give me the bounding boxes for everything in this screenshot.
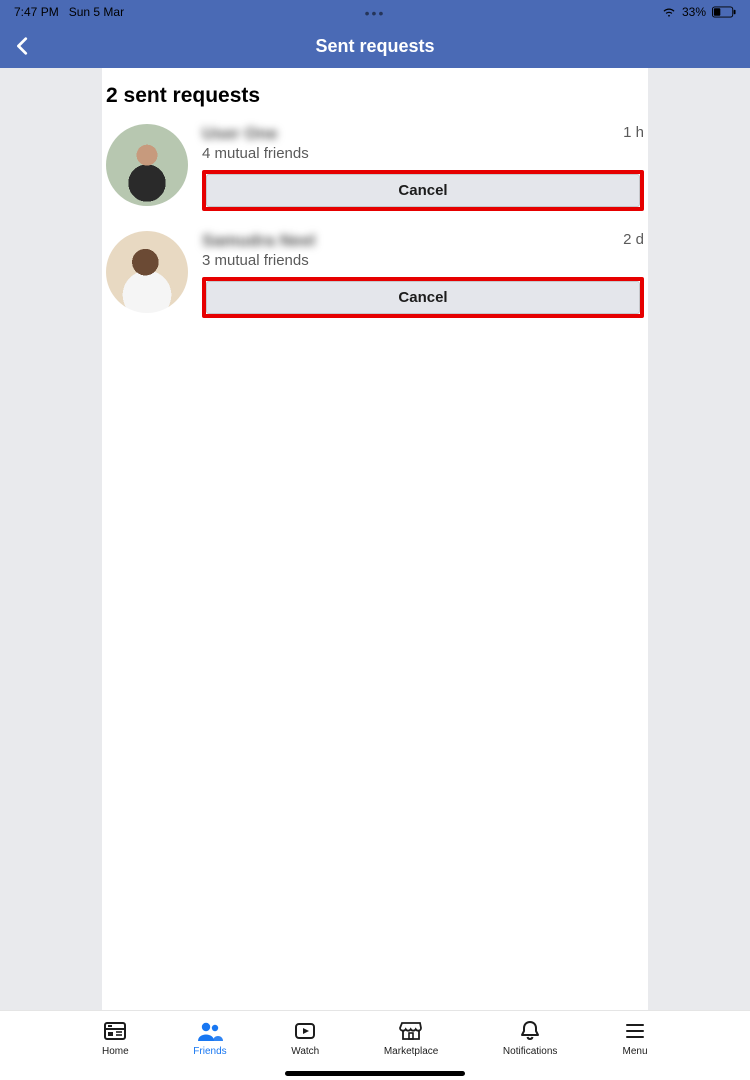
highlight-box: Cancel	[202, 170, 644, 211]
request-time: 1 h	[623, 124, 644, 141]
request-name[interactable]: Samudra Neel	[202, 231, 315, 251]
wifi-icon	[662, 5, 676, 19]
tab-friends[interactable]: Friends	[193, 1019, 226, 1057]
tab-label: Marketplace	[384, 1046, 438, 1057]
battery-icon	[712, 6, 736, 18]
battery-percentage: 33%	[682, 5, 706, 19]
friends-icon	[197, 1019, 223, 1043]
cancel-button[interactable]: Cancel	[206, 174, 640, 207]
tab-marketplace[interactable]: Marketplace	[384, 1019, 438, 1057]
request-name[interactable]: User One	[202, 124, 278, 144]
tab-notifications[interactable]: Notifications	[503, 1019, 557, 1057]
tab-home[interactable]: Home	[102, 1019, 129, 1057]
tab-label: Home	[102, 1046, 129, 1057]
status-bar: 7:47 PM Sun 5 Mar ••• 33%	[0, 0, 750, 24]
watch-icon	[292, 1019, 318, 1043]
menu-icon	[622, 1019, 648, 1043]
back-button[interactable]	[12, 35, 34, 57]
home-icon	[102, 1019, 128, 1043]
tab-label: Notifications	[503, 1046, 557, 1057]
header-bar: Sent requests	[0, 24, 750, 68]
section-title: 2 sent requests	[102, 76, 648, 118]
avatar[interactable]	[106, 231, 188, 313]
request-row: Samudra Neel 2 d 3 mutual friends Cancel	[102, 225, 648, 332]
cancel-button[interactable]: Cancel	[206, 281, 640, 314]
request-time: 2 d	[623, 231, 644, 248]
tab-menu[interactable]: Menu	[622, 1019, 648, 1057]
status-time: 7:47 PM	[14, 5, 59, 19]
status-date: Sun 5 Mar	[69, 5, 124, 19]
avatar[interactable]	[106, 124, 188, 206]
tab-label: Watch	[291, 1046, 319, 1057]
tab-watch[interactable]: Watch	[291, 1019, 319, 1057]
tab-bar: Home Friends Watch Marketplace Notificat…	[0, 1010, 750, 1080]
home-indicator[interactable]	[285, 1071, 465, 1076]
marketplace-icon	[398, 1019, 424, 1043]
content-panel: 2 sent requests User One 1 h 4 mutual fr…	[102, 68, 648, 1010]
tab-label: Menu	[622, 1046, 647, 1057]
mutual-friends-label: 4 mutual friends	[202, 145, 644, 162]
mutual-friends-label: 3 mutual friends	[202, 252, 644, 269]
highlight-box: Cancel	[202, 277, 644, 318]
multitask-indicator-icon: •••	[365, 5, 386, 21]
request-row: User One 1 h 4 mutual friends Cancel	[102, 118, 648, 225]
page-title: Sent requests	[0, 36, 750, 57]
content-wrapper: 2 sent requests User One 1 h 4 mutual fr…	[0, 68, 750, 1010]
tab-label: Friends	[193, 1046, 226, 1057]
bell-icon	[517, 1019, 543, 1043]
